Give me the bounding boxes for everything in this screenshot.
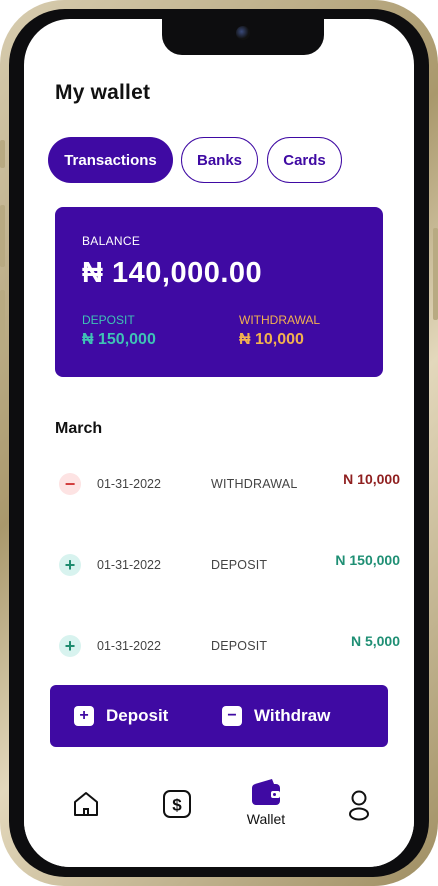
nav-home[interactable] xyxy=(56,789,116,839)
home-icon xyxy=(74,792,98,816)
action-bar: + Deposit − Withdraw xyxy=(50,685,388,747)
transaction-row[interactable]: + 01-31-2022 DEPOSIT N 150,000 xyxy=(55,550,400,580)
withdrawal-amount: ₦ 10,000 xyxy=(239,331,304,348)
month-heading: March xyxy=(55,420,103,437)
transaction-type: DEPOSIT xyxy=(211,558,268,572)
transaction-type: WITHDRAWAL xyxy=(211,477,298,491)
profile-icon xyxy=(349,790,369,821)
bottom-nav: $ Wallet xyxy=(24,769,414,867)
plus-icon: + xyxy=(59,554,81,576)
withdrawal-label: WITHDRAWAL xyxy=(239,313,321,327)
dollar-icon: $ xyxy=(163,790,191,818)
deposit-button-label: Deposit xyxy=(106,706,169,725)
balance-amount: ₦ 140,000.00 xyxy=(82,257,263,289)
balance-label: BALANCE xyxy=(82,234,141,248)
transaction-date: 01-31-2022 xyxy=(97,477,161,491)
transaction-row[interactable]: − 01-31-2022 WITHDRAWAL N 10,000 xyxy=(55,469,400,499)
power-button xyxy=(433,228,438,320)
tab-transactions[interactable]: Transactions xyxy=(48,137,173,183)
nav-profile[interactable] xyxy=(329,789,389,839)
tab-cards[interactable]: Cards xyxy=(267,137,342,183)
nav-wallet-label: Wallet xyxy=(246,811,286,827)
volume-up-button xyxy=(0,205,5,267)
balance-card: BALANCE ₦ 140,000.00 DEPOSIT ₦ 150,000 W… xyxy=(55,207,383,377)
withdraw-button-label: Withdraw xyxy=(254,706,331,725)
deposit-label: DEPOSIT xyxy=(82,313,135,327)
page-title: My wallet xyxy=(55,81,151,104)
deposit-button[interactable]: + Deposit xyxy=(74,685,168,747)
minus-icon: − xyxy=(59,473,81,495)
tab-banks[interactable]: Banks xyxy=(181,137,258,183)
deposit-amount: ₦ 150,000 xyxy=(82,331,156,348)
transaction-amount: N 10,000 xyxy=(343,471,400,487)
notch xyxy=(162,19,324,55)
plus-icon: + xyxy=(59,635,81,657)
plus-icon: + xyxy=(74,706,94,726)
minus-icon: − xyxy=(222,706,242,726)
camera-icon xyxy=(236,26,250,40)
withdraw-button[interactable]: − Withdraw xyxy=(222,685,330,747)
svg-text:$: $ xyxy=(172,796,182,815)
app-screen: My wallet Transactions Banks Cards BALAN… xyxy=(24,19,414,867)
nav-wallet[interactable]: Wallet xyxy=(236,777,296,827)
transaction-type: DEPOSIT xyxy=(211,639,268,653)
wallet-icon xyxy=(252,779,280,805)
transaction-date: 01-31-2022 xyxy=(97,639,161,653)
transaction-amount: N 150,000 xyxy=(335,552,400,568)
side-button xyxy=(0,140,5,168)
transaction-date: 01-31-2022 xyxy=(97,558,161,572)
volume-down-button xyxy=(0,290,5,352)
transaction-amount: N 5,000 xyxy=(350,633,400,649)
nav-payments[interactable]: $ xyxy=(147,789,207,839)
transaction-row[interactable]: + 01-31-2022 DEPOSIT N 5,000 xyxy=(55,631,400,661)
